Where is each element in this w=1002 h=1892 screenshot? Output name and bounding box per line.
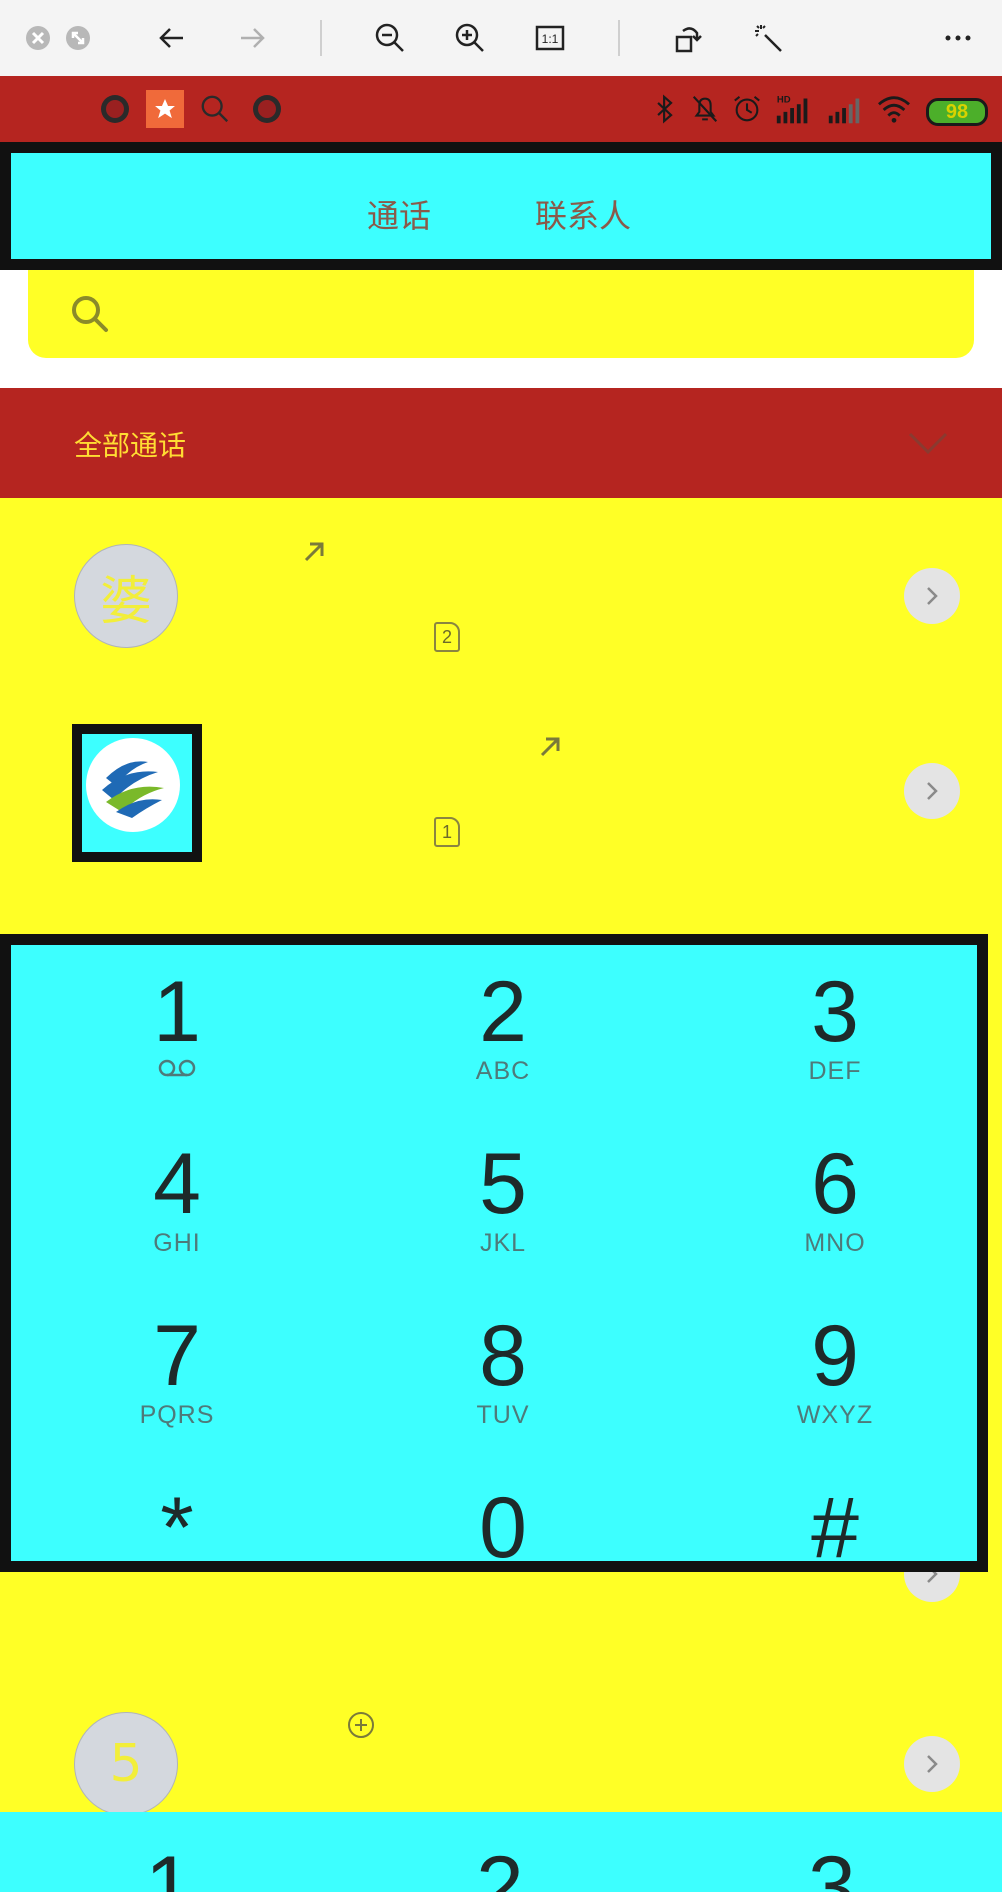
hd-signal-icon: HD	[772, 92, 816, 126]
tab-calls[interactable]: 通话	[367, 191, 431, 237]
dial-key-5[interactable]: 5 JKL	[403, 1139, 603, 1289]
close-icon[interactable]	[18, 18, 58, 58]
svg-text:1:1: 1:1	[542, 32, 559, 46]
app-star-icon	[146, 90, 184, 128]
call-list-item[interactable]: 婆 2	[0, 498, 1002, 693]
dial-key-2[interactable]: 2 ABC	[403, 967, 603, 1117]
dial-key-star[interactable]: *	[77, 1483, 277, 1633]
dial-key-1[interactable]: 1	[77, 967, 277, 1117]
call-detail-button[interactable]	[904, 568, 960, 624]
voicemail-icon	[158, 1059, 196, 1077]
search-area	[0, 270, 1002, 388]
carrier-logo	[72, 724, 202, 862]
dial-pad: 1 2 ABC 3 DEF 4 GHI 5 JKL 6 MNO 7 PQRS 8…	[0, 934, 988, 1573]
dial-key-3[interactable]: 3	[808, 1842, 856, 1892]
search-icon	[72, 296, 108, 332]
mute-bell-icon	[688, 92, 722, 126]
tab-header: 通话 联系人	[0, 142, 1002, 270]
dial-key-1[interactable]: 1	[145, 1842, 193, 1892]
zoom-out-icon[interactable]	[370, 18, 410, 58]
record-icon	[98, 92, 132, 126]
call-detail-button[interactable]	[904, 763, 960, 819]
dial-key-9[interactable]: 9 WXYZ	[735, 1311, 935, 1461]
sim-badge: 1	[434, 817, 460, 847]
call-list-item[interactable]: 1	[0, 693, 1002, 888]
magic-wand-icon[interactable]	[748, 18, 788, 58]
zoom-in-icon[interactable]	[450, 18, 490, 58]
dial-key-8[interactable]: 8 TUV	[403, 1311, 603, 1461]
search-icon	[198, 92, 232, 126]
alarm-icon	[730, 92, 764, 126]
minimize-icon[interactable]	[58, 18, 98, 58]
wifi-icon	[874, 92, 914, 126]
call-detail-button[interactable]	[904, 1736, 960, 1792]
search-input[interactable]	[28, 270, 974, 358]
dial-key-4[interactable]: 4 GHI	[77, 1139, 277, 1289]
record-icon	[250, 92, 284, 126]
bluetooth-icon	[650, 92, 680, 126]
rotate-icon[interactable]	[668, 18, 708, 58]
chevron-right-icon	[927, 782, 938, 800]
chevron-down-icon[interactable]	[906, 428, 950, 458]
dial-key-hash[interactable]: #	[735, 1483, 935, 1633]
dial-key-3[interactable]: 3 DEF	[735, 967, 935, 1117]
filter-label: 全部通话	[74, 429, 187, 462]
dial-key-6[interactable]: 6 MNO	[735, 1139, 935, 1289]
actual-size-icon[interactable]: 1:1	[530, 18, 570, 58]
call-filter-bar[interactable]: 全部通话	[0, 388, 1002, 498]
more-icon[interactable]	[938, 18, 978, 58]
outgoing-call-icon	[304, 542, 324, 562]
outgoing-call-icon	[540, 737, 560, 757]
dial-key-2[interactable]: 2	[476, 1842, 524, 1892]
signal-icon	[824, 92, 866, 126]
back-arrow-icon[interactable]	[152, 18, 192, 58]
chevron-right-icon	[927, 1755, 938, 1773]
avatar: 5	[74, 1712, 178, 1816]
chevron-right-icon	[927, 587, 938, 605]
dial-key-7[interactable]: 7 PQRS	[77, 1311, 277, 1461]
status-bar: HD 98	[0, 76, 1002, 142]
tab-contacts[interactable]: 联系人	[535, 191, 631, 237]
bottom-dial-pad: 1 2 3	[0, 1812, 1002, 1892]
forward-arrow-icon[interactable]	[232, 18, 272, 58]
dial-key-0[interactable]: 0	[403, 1483, 603, 1633]
battery-indicator: 98	[926, 98, 988, 126]
sim-badge: 2	[434, 622, 460, 652]
add-circle-icon	[348, 1712, 374, 1738]
viewer-toolbar: 1:1	[0, 0, 1002, 76]
carrier-logo-icon	[86, 738, 180, 832]
svg-text:HD: HD	[777, 94, 791, 105]
avatar: 婆	[74, 544, 178, 648]
